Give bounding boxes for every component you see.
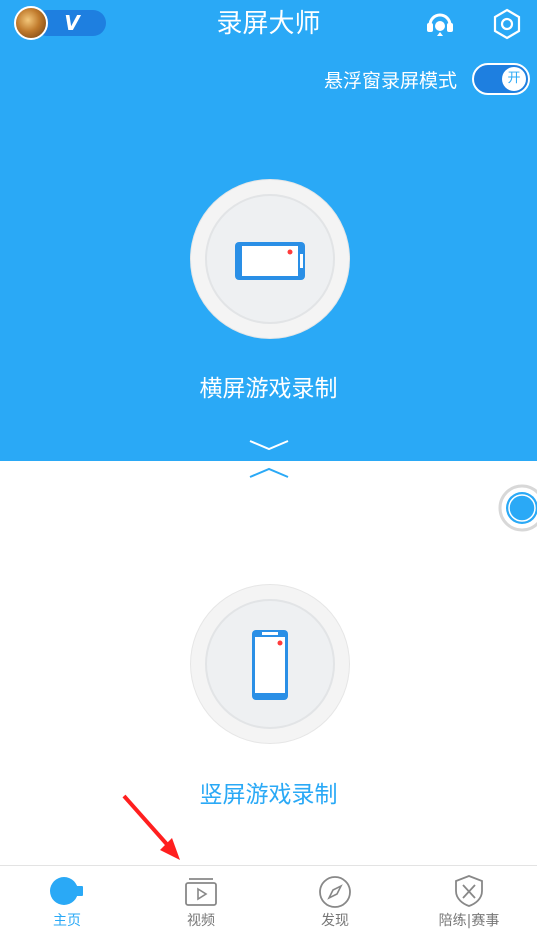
tab-discover-label: 发现 (321, 913, 349, 929)
tab-discover[interactable]: 发现 (268, 866, 402, 933)
landscape-phone-icon (235, 242, 305, 280)
tab-coach-events-label: 陪练|赛事 (438, 913, 500, 929)
tab-coach-events[interactable]: 陪练|赛事 (402, 866, 536, 933)
floating-record-ball[interactable] (498, 484, 537, 532)
shield-swords-icon (455, 875, 483, 907)
tab-video[interactable]: 视频 (134, 866, 268, 933)
portrait-record-label[interactable]: 竖屏游戏录制 (0, 779, 537, 811)
toggle-knob: 开 (502, 67, 526, 91)
portrait-record-inner (205, 599, 335, 729)
float-mode-label: 悬浮窗录屏模式 (323, 70, 457, 92)
float-mode-toggle[interactable]: 开 (472, 63, 530, 95)
chevron-up-icon[interactable] (248, 466, 290, 480)
bottom-tab-bar: 主页 视频 发现 陪练|赛事 (0, 865, 537, 933)
header-bar: V 录屏大师 (0, 0, 537, 50)
landscape-record-inner (205, 194, 335, 324)
tab-home[interactable]: 主页 (0, 866, 134, 933)
top-banner: V 录屏大师 悬浮窗录屏模式 开 横屏游戏录制 (0, 0, 537, 461)
red-arrow-annotation (122, 794, 180, 860)
landscape-record-button[interactable] (191, 180, 349, 338)
camera-icon (50, 877, 83, 905)
chevron-down-icon[interactable] (248, 438, 290, 452)
portrait-phone-icon (252, 630, 288, 700)
tab-home-label: 主页 (53, 913, 81, 929)
compass-icon (319, 876, 351, 908)
video-play-icon (185, 878, 217, 906)
portrait-record-button[interactable] (191, 585, 349, 743)
landscape-record-label[interactable]: 横屏游戏录制 (0, 373, 537, 405)
tab-video-label: 视频 (187, 913, 215, 929)
gear-icon[interactable] (490, 7, 524, 41)
headset-support-icon[interactable] (424, 10, 456, 38)
page-title: 录屏大师 (216, 9, 321, 39)
